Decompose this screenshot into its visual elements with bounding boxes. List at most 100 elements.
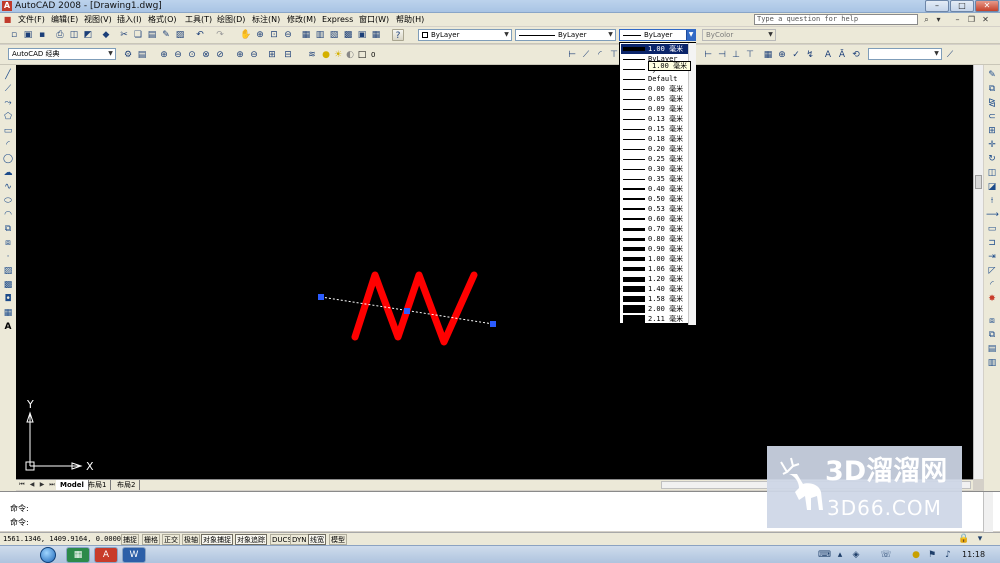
make-block-icon[interactable]: ⧈: [2, 237, 14, 249]
multiline-text-icon[interactable]: A: [2, 321, 14, 333]
lineweight-option[interactable]: 0.09 毫米: [621, 104, 694, 114]
minimize-button[interactable]: –: [925, 0, 949, 12]
point-icon[interactable]: ·: [2, 251, 14, 263]
chevron-down-icon[interactable]: ▼: [502, 30, 511, 40]
draworder-below-icon[interactable]: ▥: [986, 357, 998, 369]
taskbar-clock[interactable]: 11:18: [962, 549, 985, 561]
spline-icon[interactable]: ∿: [2, 181, 14, 193]
lineweight-option[interactable]: 0.25 毫米: [621, 154, 694, 164]
doc-restore-icon[interactable]: ❐: [966, 14, 977, 25]
menu-view[interactable]: 视图(V): [84, 14, 112, 25]
toggle-ortho[interactable]: 正交: [162, 534, 180, 545]
toggle-osnap[interactable]: 对象捕捉: [201, 534, 233, 545]
ellipse-arc-icon[interactable]: ◠: [2, 209, 14, 221]
hatch-icon[interactable]: ▨: [2, 265, 14, 277]
zoom-extents-icon[interactable]: ⊗: [200, 49, 212, 61]
layer-name[interactable]: 0: [371, 49, 375, 61]
plot-icon[interactable]: ⎙: [54, 29, 66, 41]
lineweight-dropdown[interactable]: 1.00 毫米ByLayerByBlockDefault0.00 毫米0.05 …: [619, 42, 696, 325]
array-icon[interactable]: ⊞: [986, 125, 998, 137]
tray-volume-icon[interactable]: ♪: [942, 549, 954, 561]
break-icon[interactable]: ⊐: [986, 237, 998, 249]
draworder-above-icon[interactable]: ▤: [986, 343, 998, 355]
lineweight-option[interactable]: 1.40 毫米: [621, 284, 694, 294]
lineweight-option[interactable]: 0.80 毫米: [621, 234, 694, 244]
dim-space-icon[interactable]: ⊥: [730, 49, 742, 61]
sheet-set-icon[interactable]: ▩: [342, 29, 354, 41]
layer-color-icon[interactable]: □: [356, 49, 368, 61]
menu-file[interactable]: 文件(F): [18, 14, 45, 25]
rectangle-icon[interactable]: ▭: [2, 125, 14, 137]
toggle-dyn[interactable]: DYN: [290, 534, 309, 545]
polygon-icon[interactable]: ⬠: [2, 111, 14, 123]
construction-line-icon[interactable]: ⟋: [2, 83, 14, 95]
line-icon[interactable]: ╱: [2, 69, 14, 81]
layer-on-icon[interactable]: ●: [320, 49, 332, 61]
rotate-icon[interactable]: ↻: [986, 153, 998, 165]
chevron-down-icon[interactable]: ▼: [606, 30, 615, 40]
copy-icon[interactable]: ❏: [132, 29, 144, 41]
scale-icon[interactable]: ◫: [986, 167, 998, 179]
cut-icon[interactable]: ✂: [118, 29, 130, 41]
join-icon[interactable]: ⇥: [986, 251, 998, 263]
lineweight-dropdown-scrollbar[interactable]: [688, 43, 696, 325]
lineweight-option[interactable]: 0.35 毫米: [621, 174, 694, 184]
publish-icon[interactable]: ◩: [82, 29, 94, 41]
zoom-window-icon[interactable]: ⊡: [268, 29, 280, 41]
zoom-out-icon[interactable]: ⊖: [172, 49, 184, 61]
lock-icon[interactable]: 🔒: [958, 533, 970, 545]
lineweight-option[interactable]: 0.00 毫米: [621, 84, 694, 94]
coordinate-readout[interactable]: 1561.1346, 1409.9164, 0.0000: [3, 534, 121, 545]
lineweight-option[interactable]: 0.53 毫米: [621, 204, 694, 214]
region-icon[interactable]: ◘: [2, 293, 14, 305]
menu-format[interactable]: 格式(O): [148, 14, 177, 25]
toggle-lineweight[interactable]: 线宽: [308, 534, 326, 545]
tolerance-icon[interactable]: ▦: [762, 49, 774, 61]
gradient-icon[interactable]: ▩: [2, 279, 14, 291]
tray-chat-icon[interactable]: ☏: [880, 549, 892, 561]
jogged-linear-icon[interactable]: ↯: [804, 49, 816, 61]
workspace-combo[interactable]: AutoCAD 经典 ▼: [8, 48, 116, 60]
design-center-icon[interactable]: ▥: [314, 29, 326, 41]
color-combo[interactable]: ByLayer ▼: [418, 29, 512, 41]
tray-app-icon[interactable]: ◈: [850, 549, 862, 561]
redo-icon[interactable]: ↷: [214, 29, 226, 41]
menu-insert[interactable]: 插入(I): [117, 14, 142, 25]
save-workspace-icon[interactable]: ▤: [136, 49, 148, 61]
dim-continue-icon[interactable]: ⊣: [716, 49, 728, 61]
lineweight-option[interactable]: 1.58 毫米: [621, 294, 694, 304]
status-menu-icon[interactable]: ▾: [974, 533, 986, 545]
vertical-scrollbar-thumb[interactable]: [975, 175, 982, 189]
lineweight-option[interactable]: 0.15 毫米: [621, 124, 694, 134]
dim-update-icon[interactable]: ⟲: [850, 49, 862, 61]
prev-tab-icon[interactable]: ◀: [28, 481, 36, 489]
dim-break-icon[interactable]: ⊤: [744, 49, 756, 61]
move-icon[interactable]: ✛: [986, 139, 998, 151]
red-zigzag-polyline[interactable]: [351, 271, 478, 346]
workspace-settings-icon[interactable]: ⚙: [122, 49, 134, 61]
tray-security-icon[interactable]: ●: [910, 549, 922, 561]
autocad-app-icon[interactable]: A: [2, 1, 12, 11]
grip-start[interactable]: [318, 294, 324, 300]
command-scrollbar[interactable]: [983, 492, 993, 532]
menu-express[interactable]: Express: [322, 14, 353, 25]
zoom-realtime-icon[interactable]: ⊕: [254, 29, 266, 41]
lineweight-option[interactable]: 0.18 毫米: [621, 134, 694, 144]
search-icon[interactable]: ⌕: [921, 14, 932, 25]
fillet-icon[interactable]: ◜: [986, 279, 998, 291]
zoom-previous-icon[interactable]: ⊖: [282, 29, 294, 41]
draworder-back-icon[interactable]: ⧉: [986, 329, 998, 341]
trim-icon[interactable]: ⟊: [986, 195, 998, 207]
zoom-scale-icon[interactable]: ⊕: [234, 49, 246, 61]
dim-text-edit-icon[interactable]: Ā: [836, 49, 848, 61]
revision-cloud-icon[interactable]: ☁: [2, 167, 14, 179]
layer-freeze-icon[interactable]: ☀: [332, 49, 344, 61]
chevron-down-icon[interactable]: ▼: [106, 49, 115, 59]
taskbar-word-icon[interactable]: W: [122, 547, 146, 563]
menu-dimension[interactable]: 标注(N): [252, 14, 280, 25]
grip-end[interactable]: [490, 321, 496, 327]
taskbar-autocad-icon[interactable]: A: [94, 547, 118, 563]
lineweight-option[interactable]: 0.30 毫米: [621, 164, 694, 174]
next-tab-icon[interactable]: ▶: [38, 481, 46, 489]
menu-modify[interactable]: 修改(M): [287, 14, 316, 25]
